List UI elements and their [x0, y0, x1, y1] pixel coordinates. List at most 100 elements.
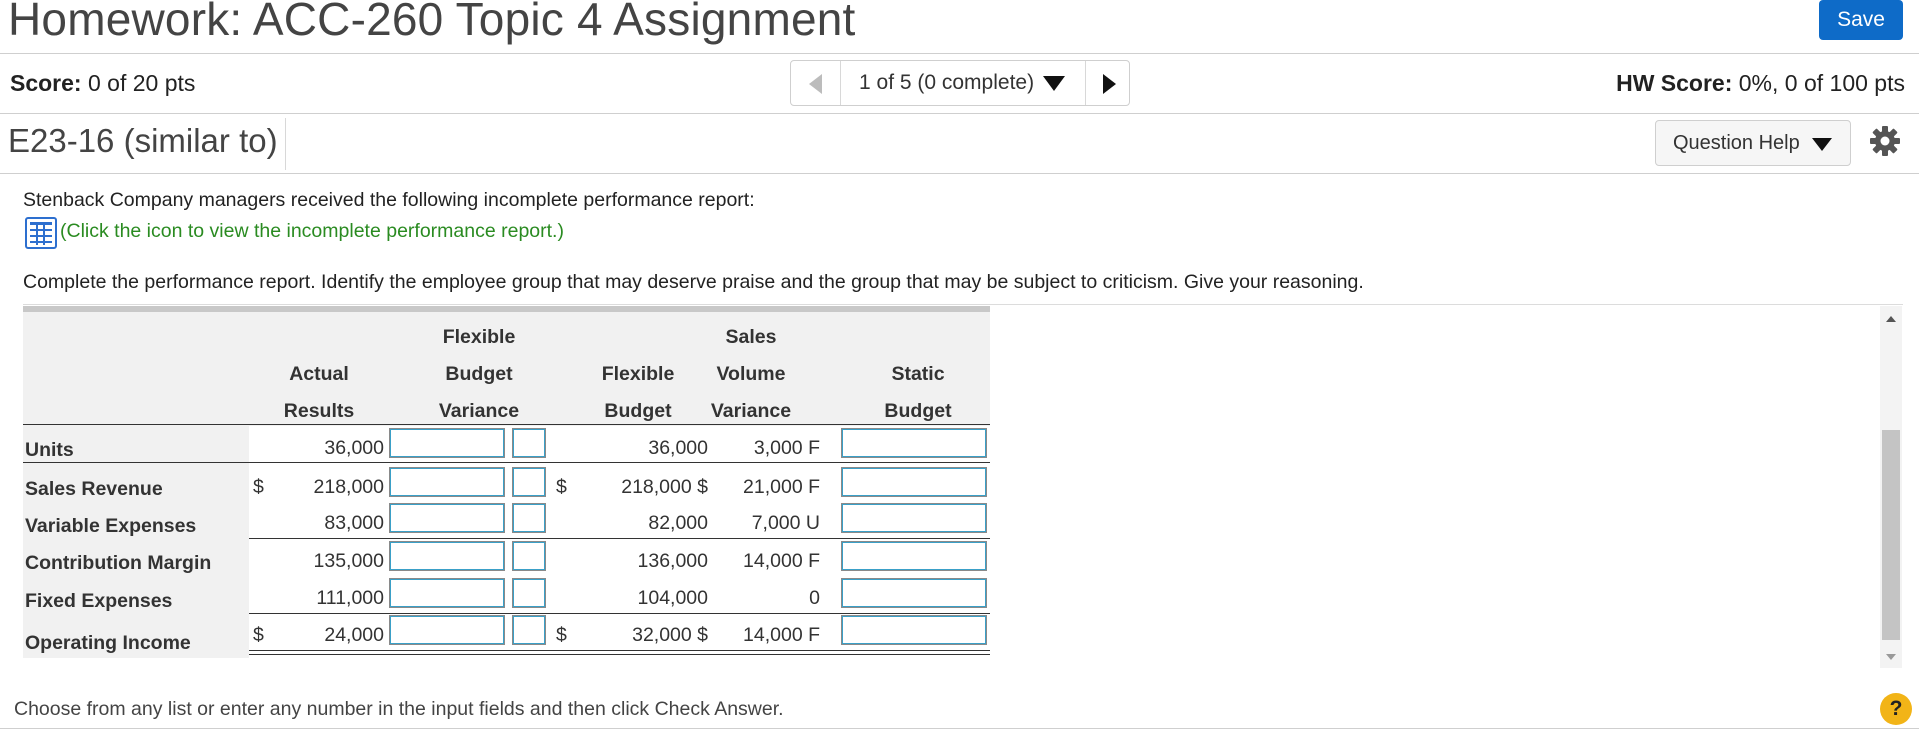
header-flexible-budget-variance-line1: Flexible: [442, 326, 516, 348]
question-bar: E23-16 (similar to) Question Help: [0, 114, 1919, 174]
hw-score-label: HW Score:: [1616, 70, 1733, 96]
header-rule: [23, 424, 990, 425]
question-id: E23-16 (similar to): [8, 122, 278, 159]
flexible-budget-sales-revenue: 218,000 $: [621, 476, 708, 498]
header-sales-volume-variance-line1: Sales: [725, 326, 777, 348]
currency-symbol: $: [556, 476, 567, 498]
actual-fixed-expenses: 111,000: [316, 587, 384, 609]
divider: [23, 304, 1903, 305]
sales-volume-variance-fixed-expenses: 0: [809, 587, 820, 609]
variance-type-input-fixed-expenses[interactable]: [512, 578, 546, 608]
question-selector-label: 1 of 5 (0 complete): [859, 71, 1035, 94]
header-flexible-budget-line2: Budget: [604, 400, 672, 422]
row-label-variable-expenses: Variable Expenses: [25, 515, 197, 537]
static-budget-input-sales-revenue[interactable]: [841, 467, 987, 497]
sales-volume-variance-variable-expenses: 7,000 U: [751, 512, 820, 534]
sales-volume-variance-operating-income: 14,000 F: [743, 624, 820, 646]
score: Score: 0 of 20 pts: [10, 70, 195, 97]
header-actual-line2: Results: [283, 400, 355, 422]
row-rule: [249, 613, 990, 614]
view-report-link[interactable]: (Click the icon to view the incomplete p…: [60, 220, 564, 243]
header-flexible-budget-variance-line3: Variance: [438, 400, 520, 422]
hw-score: HW Score: 0%, 0 of 100 pts: [1616, 70, 1905, 97]
next-question-button[interactable]: [1086, 61, 1131, 105]
header-static-line1: Static: [891, 363, 945, 385]
question-help-label: Question Help: [1673, 132, 1800, 154]
header-flexible-budget-variance-line2: Budget: [445, 363, 513, 385]
row-label-operating-income: Operating Income: [25, 632, 191, 654]
question-intro: Stenback Company managers received the f…: [23, 189, 755, 211]
flexible-budget-variance-input-contribution-margin[interactable]: [389, 541, 505, 571]
total-double-rule: [249, 650, 990, 651]
scroll-up-arrow-icon[interactable]: [1886, 316, 1896, 322]
sales-volume-variance-contribution-margin: 14,000 F: [743, 550, 820, 572]
actual-units: 36,000: [324, 437, 384, 459]
save-button[interactable]: Save: [1819, 0, 1903, 40]
total-double-rule: [249, 654, 990, 655]
actual-sales-revenue: 218,000: [313, 476, 385, 498]
static-budget-input-variable-expenses[interactable]: [841, 503, 987, 533]
question-selector[interactable]: 1 of 5 (0 complete): [841, 61, 1086, 105]
variance-type-input-sales-revenue[interactable]: [512, 467, 546, 497]
divider: [285, 118, 286, 170]
help-icon[interactable]: ?: [1880, 693, 1912, 725]
question-help-button[interactable]: Question Help: [1655, 120, 1851, 166]
row-label-contribution-margin: Contribution Margin: [25, 552, 212, 574]
caret-down-icon: [1043, 76, 1065, 91]
flexible-budget-variable-expenses: 82,000: [648, 512, 708, 534]
score-bar: Score: 0 of 20 pts 1 of 5 (0 complete) H…: [0, 54, 1919, 114]
static-budget-input-units[interactable]: [841, 428, 987, 458]
variance-type-input-variable-expenses[interactable]: [512, 503, 546, 533]
flexible-budget-variance-input-operating-income[interactable]: [389, 615, 505, 645]
sales-volume-variance-units: 3,000 F: [753, 437, 820, 459]
table-icon[interactable]: [25, 217, 57, 249]
row-label-units: Units: [25, 439, 74, 461]
row-rule: [249, 538, 990, 539]
variance-type-input-units[interactable]: [512, 428, 546, 458]
variance-type-input-contribution-margin[interactable]: [512, 541, 546, 571]
flexible-budget-variance-input-variable-expenses[interactable]: [389, 503, 505, 533]
row-label-fixed-expenses: Fixed Expenses: [25, 590, 173, 612]
flexible-budget-contribution-margin: 136,000: [637, 550, 709, 572]
variance-type-input-operating-income[interactable]: [512, 615, 546, 645]
divider: [0, 728, 1919, 729]
flexible-budget-variance-input-units[interactable]: [389, 428, 505, 458]
static-budget-input-operating-income[interactable]: [841, 615, 987, 645]
flexible-budget-variance-input-fixed-expenses[interactable]: [389, 578, 505, 608]
top-bar: Homework: ACC-260 Topic 4 Assignment Sav…: [0, 0, 1919, 54]
footer-instruction: Choose from any list or enter any number…: [14, 698, 784, 720]
performance-report-table: Flexible Sales Actual Budget Flexible Vo…: [23, 306, 990, 658]
static-budget-input-contribution-margin[interactable]: [841, 541, 987, 571]
score-value: 0 of 20 pts: [87, 70, 196, 96]
sales-volume-variance-sales-revenue: 21,000 F: [743, 476, 820, 498]
triangle-left-icon: [809, 74, 822, 94]
score-label: Score:: [10, 70, 82, 96]
header-static-line2: Budget: [884, 400, 952, 422]
caret-down-icon: [1812, 138, 1832, 151]
row-label-sales-revenue: Sales Revenue: [25, 478, 163, 500]
currency-symbol: $: [253, 476, 264, 498]
currency-symbol: $: [253, 624, 264, 646]
flexible-budget-variance-input-sales-revenue[interactable]: [389, 467, 505, 497]
scrollbar-thumb[interactable]: [1882, 430, 1900, 640]
actual-contribution-margin: 135,000: [313, 550, 385, 572]
static-budget-input-fixed-expenses[interactable]: [841, 578, 987, 608]
question-pager: 1 of 5 (0 complete): [790, 60, 1130, 106]
hw-score-value: 0%, 0 of 100 pts: [1738, 70, 1905, 96]
header-sales-volume-variance-line2: Volume: [716, 363, 786, 385]
header-sales-volume-variance-line3: Variance: [710, 400, 792, 422]
flexible-budget-units: 36,000: [648, 437, 708, 459]
currency-symbol: $: [556, 624, 567, 646]
row-rule: [23, 462, 990, 463]
header-actual-line1: Actual: [289, 363, 349, 385]
homework-title: Homework: ACC-260 Topic 4 Assignment: [8, 0, 856, 45]
actual-variable-expenses: 83,000: [324, 512, 384, 534]
previous-question-button[interactable]: [791, 61, 841, 105]
gear-icon[interactable]: [1868, 124, 1902, 158]
header-flexible-budget-line1: Flexible: [601, 363, 675, 385]
flexible-budget-operating-income: 32,000 $: [632, 624, 708, 646]
flexible-budget-fixed-expenses: 104,000: [637, 587, 709, 609]
actual-operating-income: 24,000: [324, 624, 384, 646]
scroll-down-arrow-icon[interactable]: [1886, 654, 1896, 660]
question-instruction: Complete the performance report. Identif…: [23, 271, 1364, 293]
